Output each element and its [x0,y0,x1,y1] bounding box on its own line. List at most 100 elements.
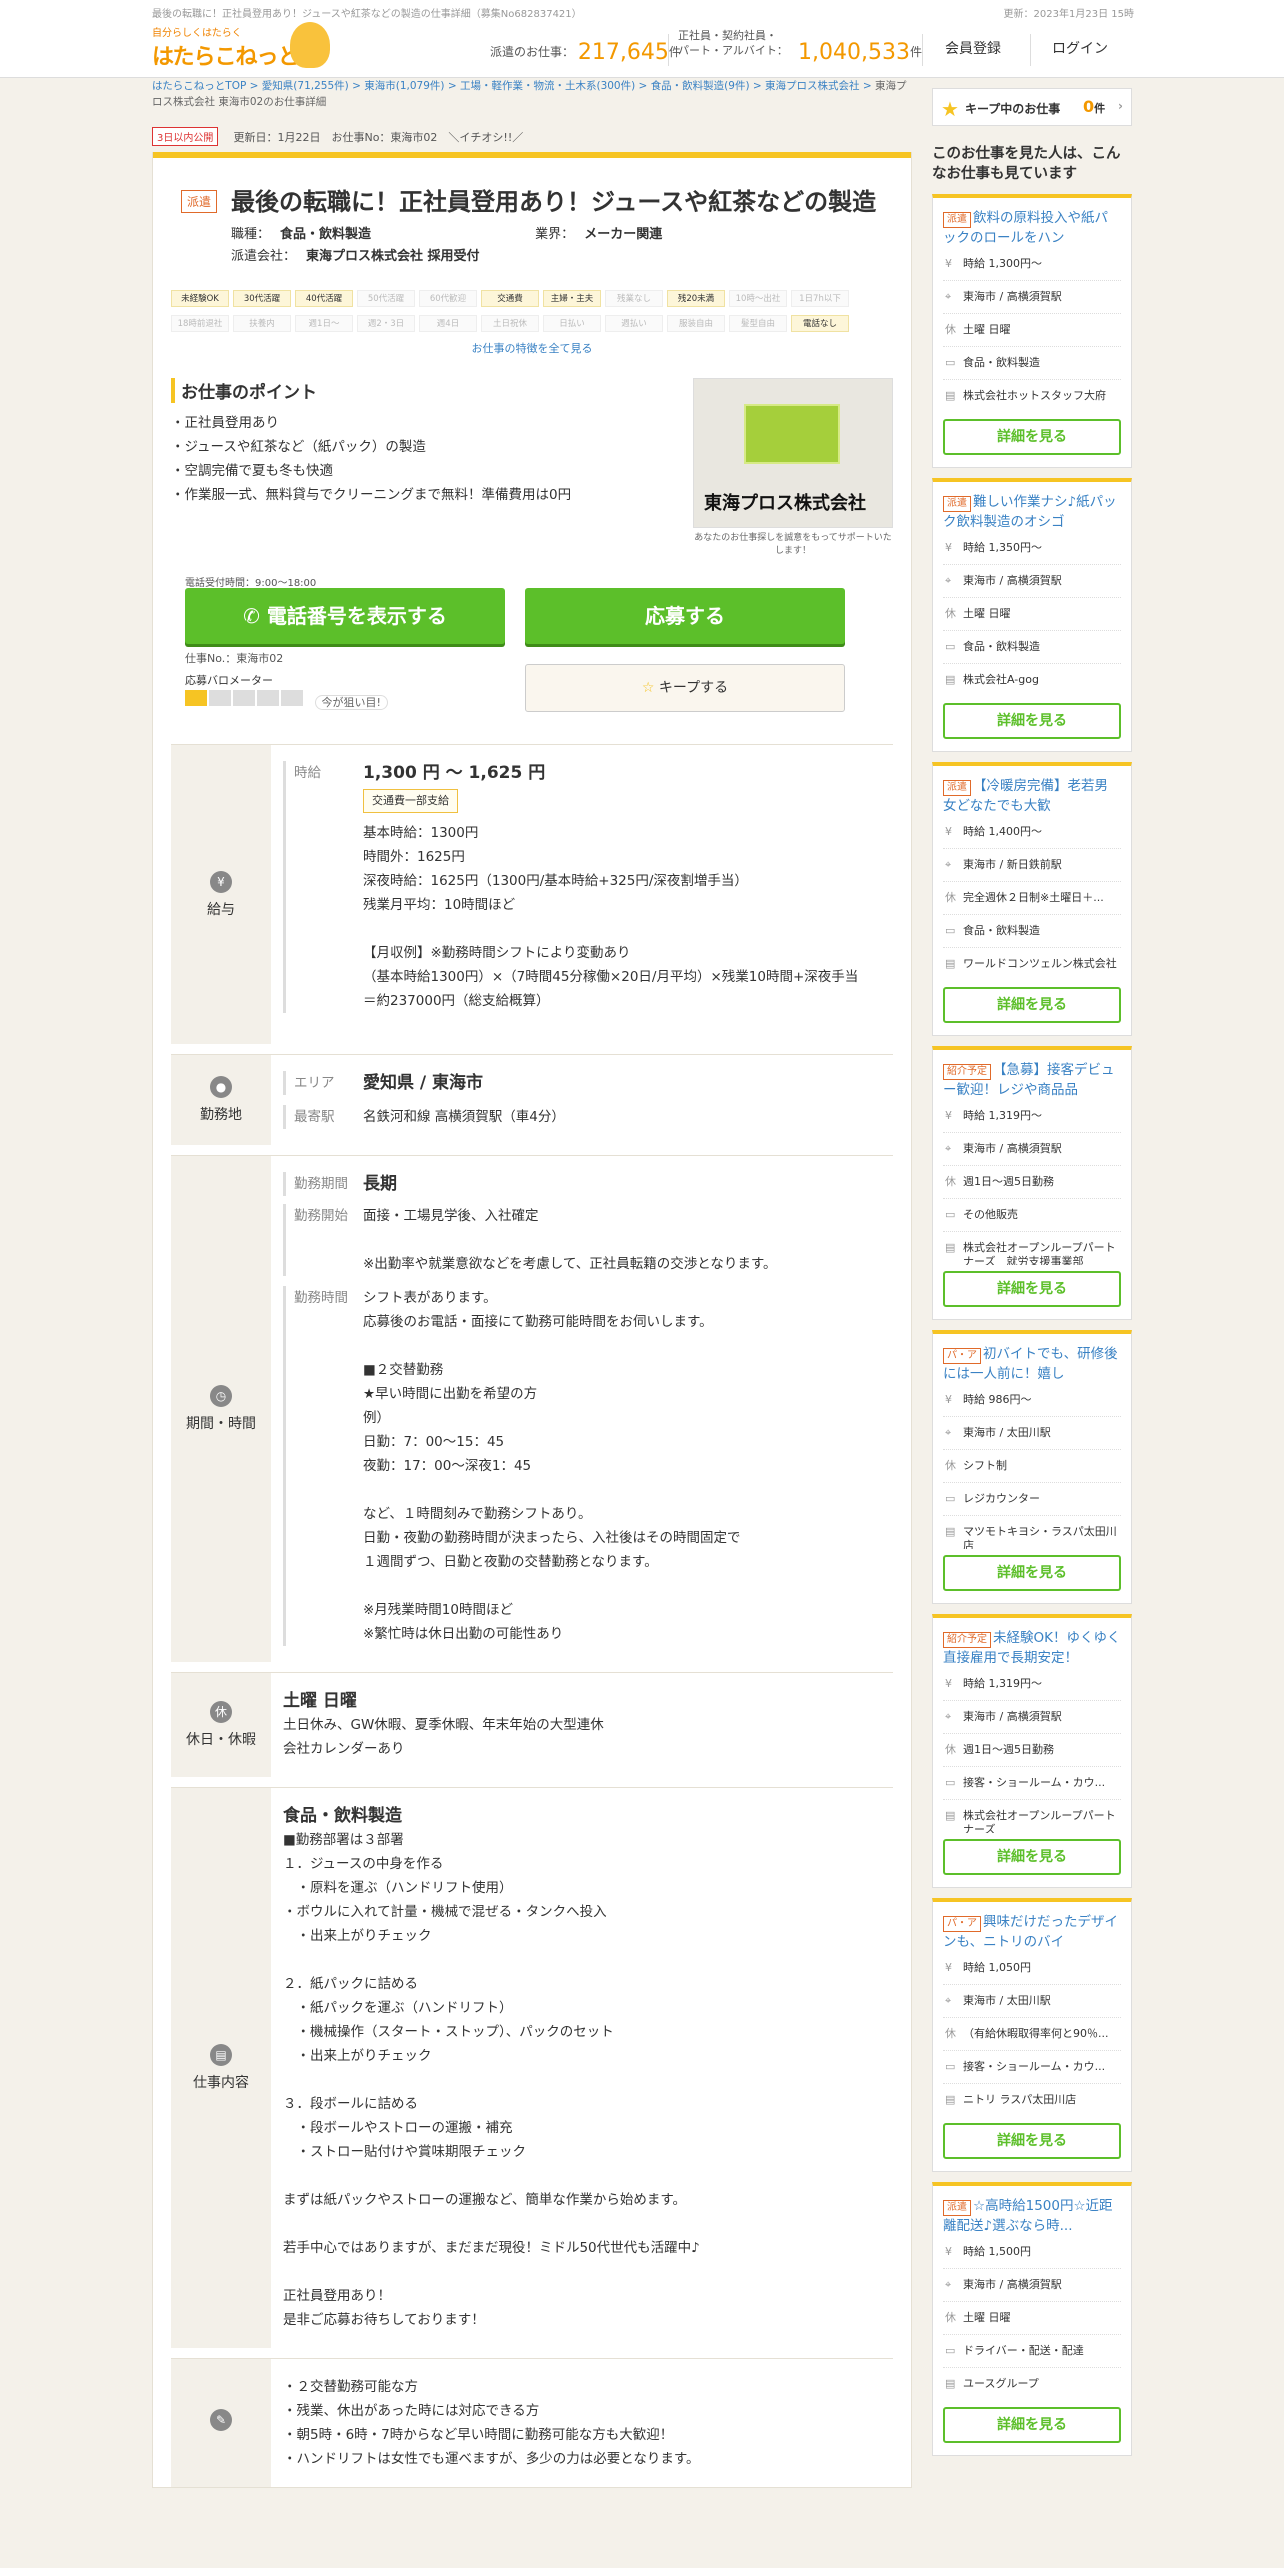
related-place: 東海市 / 高横須賀駅 [963,290,1062,303]
memo-icon: ✎ [210,2409,232,2431]
briefcase-icon: ▭ [945,924,956,937]
text-line: ・２交替勤務可能な方 [283,2379,418,2395]
breadcrumb-link[interactable]: はたらこねっとTOP [152,80,246,92]
text-line: ※月残業時間10時間ほど [363,1602,513,1618]
job-kind-tag: 派遣 [943,780,971,796]
text-line: 若手中心ではありますが、まだまだ現役！ミドル50代世代も活躍中♪ [283,2240,700,2256]
company-image: 東海プロス株式会社 [693,378,893,528]
section-extra: ✎ ・２交替勤務可能な方 ・残業、休出があった時には対応できる方 ・朝5時・6時・7… [171,2358,893,2487]
login-link[interactable]: ログイン [1052,38,1108,58]
related-place: 東海市 / 高横須賀駅 [963,1142,1062,1155]
text-line: ・朝5時・6時・7時からなど早い時間に勤務可能な方も大歓迎！ [283,2427,674,2443]
breadcrumb-link[interactable]: 東海市(1,079件) [364,80,444,92]
related-job-card[interactable]: パ・ア 初バイトでも、研修後には一人前に！嬉し ¥ 時給 986円～ ⌖ 東海市 / … [932,1330,1132,1604]
feature-tag: 服装自由 [667,315,725,332]
related-wage: 時給 1,300円～ [963,257,1042,270]
breadcrumb-link[interactable]: 工場・軽作業・物流・土木系(300件) [460,80,635,92]
text-line: ・出来上がりチェック [283,2048,432,2064]
breadcrumb-link[interactable]: 愛知県(71,255件) [262,80,349,92]
related-jobtype: レジカウンター [963,1492,1040,1505]
related-job-card[interactable]: 派遣 難しい作業ナシ♪紙パック飲料製造のオシゴ ¥ 時給 1,350円～ ⌖ 東海市 … [932,478,1132,752]
related-job-card[interactable]: 派遣 【冷暖房完備】老若男女どなたでも大歓 ¥ 時給 1,400円～ ⌖ 東海市 / … [932,762,1132,1036]
text-line: 正社員登用あり！ [283,2288,391,2304]
related-job-card[interactable]: パ・ア 興味だけだったデザインも、ニトリのバイ ¥ 時給 1,050円 ⌖ 東海市 /… [932,1898,1132,2172]
related-wage: 時給 1,319円～ [963,1677,1042,1690]
station-value: 名鉄河和線 高横須賀駅（車4分） [363,1109,565,1125]
keep-unit: 件 [1094,102,1106,115]
text-line: ■勤務部署は３部署 [283,1832,404,1848]
briefcase-icon: ▭ [945,1492,956,1505]
building-icon: ▤ [945,1809,956,1822]
related-place: 東海市 / 高横須賀駅 [963,2278,1062,2291]
barometer-bar [281,690,303,706]
breadcrumb-link[interactable]: 食品・飲料製造(9件) [651,80,750,92]
wage-range: 1,300 円 ～ 1,625 円 [363,763,546,783]
feature-tag: 交通費 [481,290,539,307]
page-meta-title: 最後の転職に！正社員登用あり！ジュースや紅茶などの製造の仕事詳細（募集No682… [152,9,582,20]
detail-button[interactable]: 詳細を見る [943,419,1121,455]
apply-barometer: 応募バロメーター 今が狙い目! [185,672,388,710]
related-job-card[interactable]: 紹介予定 【急募】接客デビュー歓迎！レジや商品品 ¥ 時給 1,319円～ ⌖ 東海市… [932,1046,1132,1320]
register-link[interactable]: 会員登録 [945,38,1001,58]
yen-icon: ¥ [945,1677,952,1690]
feature-tag: 電話なし [791,315,849,332]
seishain-number: 1,040,533 [798,40,910,65]
company-label: 派遣会社： [231,249,297,264]
keep-button[interactable]: ☆ キープする [525,664,845,712]
related-holiday: 土曜 日曜 [963,2311,1011,2324]
related-place: 東海市 / 太田川駅 [963,1994,1051,2007]
detail-button[interactable]: 詳細を見る [943,703,1121,739]
more-features-link[interactable]: お仕事の特徴を全て見る [153,340,911,356]
related-job-card[interactable]: 派遣 ☆高時給1500円☆近距離配送♪選ぶなら時... ¥ 時給 1,500円 ⌖ 東… [932,2182,1132,2456]
job-kind-tag: パ・ア [943,1916,981,1932]
detail-button[interactable]: 詳細を見る [943,2407,1121,2443]
field-label: エリア [283,1071,363,1095]
holiday-icon: 休 [945,1175,956,1188]
related-job-card[interactable]: 紹介予定 未経験OK！ゆくゆく直接雇用で長期安定！ ¥ 時給 1,319円～ ⌖ 東海… [932,1614,1132,1888]
term-value: 長期 [363,1174,397,1194]
map-pin-icon: ⌖ [945,858,952,871]
text-line: まずは紙パックやストローの運搬など、簡単な作業から始めます。 [283,2192,686,2208]
related-company: 株式会社オープンループパートナーズ 就労支援事業部 [963,1241,1116,1265]
building-icon: ▤ [945,1525,956,1538]
keep-list-label: キープ中のお仕事 [965,102,1061,116]
breadcrumb: はたらこねっとTOP > 愛知県(71,255件) > 東海市(1,079件) … [152,80,907,108]
building-icon: ▤ [945,957,956,970]
employment-type-badge: 派遣 [181,190,218,213]
show-phone-button[interactable]: ✆ 電話番号を表示する [185,588,505,644]
feature-tag: 18時前退社 [171,315,229,332]
keep-label: キープする [658,680,729,696]
salary-line: （基本時給1300円）×（7時間45分稼働×20日/月平均）×残業10時間+深夜… [363,969,859,985]
haken-count[interactable]: 派遣のお仕事： 217,645件 [490,40,681,65]
start-line: 面接・工場見学後、入社確定 [363,1208,539,1224]
job-type-label: 職種： [231,227,271,242]
text-line: など、１時間刻みで勤務シフトあり。 [363,1506,592,1522]
holiday-icon: 休 [945,607,956,620]
briefcase-icon: ▭ [945,2344,956,2357]
related-jobtype: その他販売 [963,1208,1018,1221]
yen-icon: ¥ [945,257,952,270]
detail-button[interactable]: 詳細を見る [943,1839,1121,1875]
text-line: ・原料を運ぶ（ハンドリフト使用） [283,1880,513,1896]
detail-button[interactable]: 詳細を見る [943,987,1121,1023]
feature-tag: 週払い [605,315,663,332]
text-line: ・機械操作（スタート・ストップ）、パックのセット [283,2024,614,2040]
briefcase-icon: ▭ [945,356,956,369]
detail-button[interactable]: 詳細を見る [943,2123,1121,2159]
map-pin-icon: ● [210,1076,232,1098]
detail-button[interactable]: 詳細を見る [943,1271,1121,1307]
seishain-count[interactable]: 正社員・契約社員・ パート・アルバイト： [678,28,788,58]
text-line [283,2260,881,2284]
related-job-card[interactable]: 派遣 飲料の原料投入や紙パックのロールをハン ¥ 時給 1,300円～ ⌖ 東海市 /… [932,194,1132,468]
text-line [363,1574,881,1598]
related-wage: 時給 986円～ [963,1393,1032,1406]
keep-list-box[interactable]: ★ キープ中のお仕事 0件 › [932,88,1132,126]
related-holiday: 週1日～週5日勤務 [963,1743,1054,1756]
building-icon: ▤ [945,2093,956,2106]
apply-button[interactable]: 応募する [525,588,845,644]
related-holiday: 週1日～週5日勤務 [963,1175,1054,1188]
tel-hours: 電話受付時間：9:00～18:00 [185,578,317,589]
breadcrumb-link[interactable]: 東海プロス株式会社 [765,80,860,92]
text-line [363,1478,881,1502]
detail-button[interactable]: 詳細を見る [943,1555,1121,1591]
